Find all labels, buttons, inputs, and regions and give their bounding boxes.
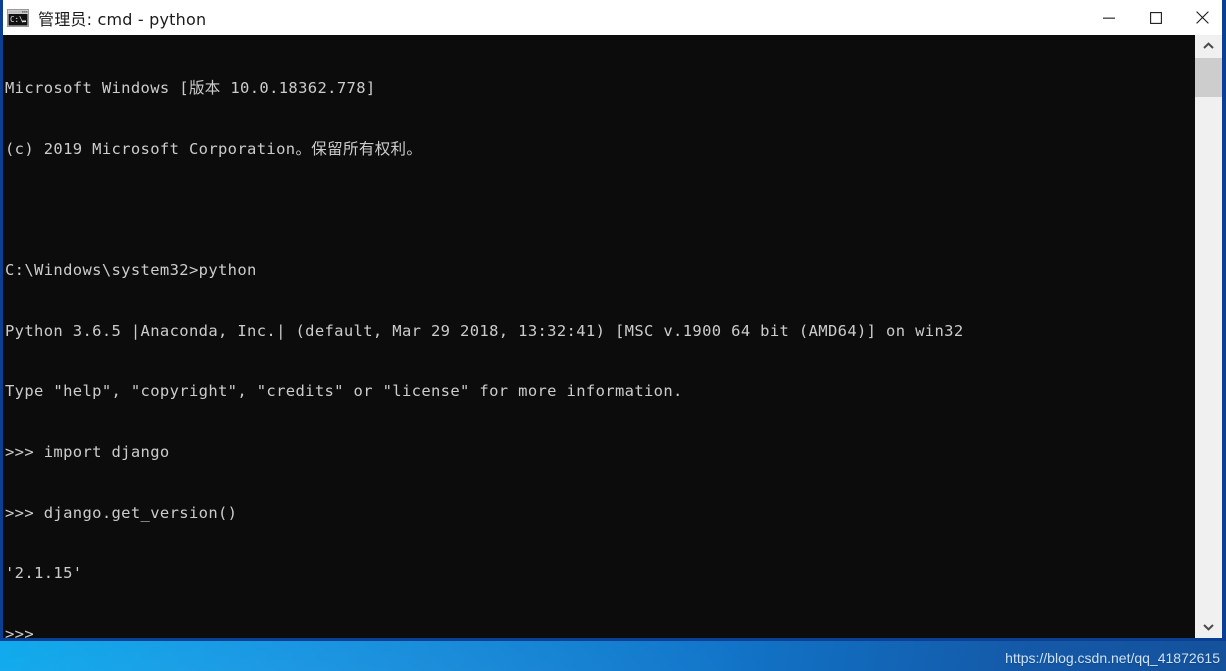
console-line: Microsoft Windows [版本 10.0.18362.778] [5,79,376,98]
scrollbar-thumb[interactable] [1195,58,1222,97]
window-titlebar[interactable]: C:\ 管理员: cmd - python [3,0,1222,35]
console-line: C:\Windows\system32>python [5,261,257,280]
console-line-command: >>> django.get_version() [5,503,238,522]
chevron-down-icon [1203,624,1214,631]
cmd-console-icon: C:\ [7,8,29,27]
console-scrollbar[interactable] [1195,35,1222,638]
console-line-command: >>> import django [5,442,170,461]
console-line: Type "help", "copyright", "credits" or "… [5,382,683,401]
console-output[interactable]: Microsoft Windows [版本 10.0.18362.778] (c… [3,35,1199,638]
svg-text:C:\: C:\ [10,15,24,24]
maximize-button[interactable] [1132,0,1179,35]
scroll-down-button[interactable] [1195,616,1222,638]
window-title: 管理员: cmd - python [38,9,207,29]
console-line: (c) 2019 Microsoft Corporation。保留所有权利。 [5,140,423,158]
console-line: Python 3.6.5 |Anaconda, Inc.| (default, … [5,321,964,340]
chevron-up-icon [1203,42,1214,49]
window-controls [1085,0,1222,35]
watermark-url: https://blog.csdn.net/qq_41872615 [1005,650,1220,666]
console-line-result: '2.1.15' [5,564,83,583]
console-line-prompt: >>> [5,624,35,638]
desktop-background: C:\ 管理员: cmd - python Microsoft Windows … [0,0,1226,671]
scroll-up-button[interactable] [1195,35,1222,57]
cmd-window: C:\ 管理员: cmd - python Microsoft Windows … [0,0,1226,641]
minimize-button[interactable] [1085,0,1132,35]
close-button[interactable] [1179,0,1222,35]
